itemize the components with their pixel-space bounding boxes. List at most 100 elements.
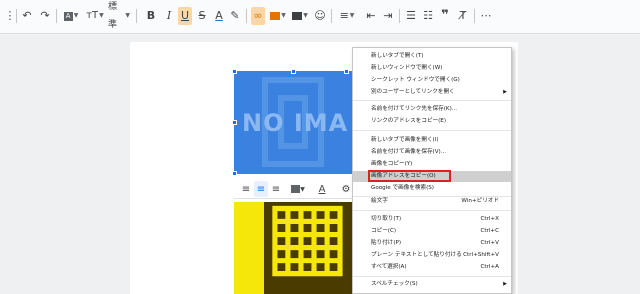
text-color-button[interactable]: A — [212, 7, 226, 25]
text-style-button[interactable]: A ▼ — [62, 7, 80, 25]
image-size-icon — [291, 185, 301, 193]
menu-item-copy-image[interactable]: 画像をコピー(Y) — [353, 159, 511, 170]
insert-image-button[interactable]: ▼ — [268, 7, 288, 25]
menu-item-copy-link-address[interactable]: リンクのアドレスをコピー(E) — [353, 116, 511, 127]
menu-item-paste[interactable]: 貼り付け(P) Ctrl+V — [353, 238, 511, 249]
text-style-icon: A — [63, 11, 73, 21]
menu-item-open-as-user[interactable]: 別のユーザーとしてリンクを開く ▶ — [353, 87, 511, 98]
chevron-down-icon: ▼ — [303, 12, 308, 19]
toolbar-separator — [56, 9, 57, 23]
menu-item-select-all[interactable]: すべて選択(A) Ctrl+A — [353, 262, 511, 273]
highlight-pen-icon[interactable]: ✎ — [228, 7, 242, 25]
menu-item-paste-plain-text[interactable]: プレーン テキストとして貼り付ける Ctrl+Shift+V — [353, 250, 511, 261]
menu-item-label: 名前を付けてリンク先を保存(K)... — [371, 106, 458, 112]
resize-handle[interactable] — [291, 69, 296, 74]
toolbar-separator — [399, 9, 400, 23]
menu-item-save-link-as[interactable]: 名前を付けてリンク先を保存(K)... — [353, 104, 511, 115]
menu-item-copy[interactable]: コピー(C) Ctrl+C — [353, 226, 511, 237]
image-text-color-button[interactable]: A — [316, 181, 328, 197]
menu-item-label: コピー(C) — [371, 228, 397, 234]
menu-item-shortcut: Ctrl+X — [480, 216, 499, 222]
editor-toolbar: ⋮ ↶ ↷ A ▼ ᴛT ▼ 標準 ▼ B I U S A ✎ ∞ ▼ ▼ ☺ ≡ ▼ … — [0, 0, 640, 34]
menu-item-shortcut: Ctrl+Shift+V — [463, 252, 499, 258]
menu-item-shortcut: Ctrl+C — [480, 228, 499, 234]
align-left-icon[interactable]: ≡ — [240, 181, 252, 197]
italic-button[interactable]: I — [162, 7, 176, 25]
bulleted-list-icon[interactable]: ☰ — [404, 7, 418, 25]
image-toolbar: ≡ ≡ ≡ ▼ A ⚙ — [234, 179, 354, 199]
menu-item-label: 絵文字 — [371, 198, 388, 204]
submenu-arrow-icon: ▶ — [503, 89, 507, 95]
chevron-down-icon: ▼ — [125, 12, 130, 19]
menu-item-save-image-as[interactable]: 名前を付けて画像を保存(V)... — [353, 147, 511, 158]
font-size-button[interactable]: ᴛT ▼ — [86, 7, 104, 25]
menu-item-label: 新しいウィンドウで開く(W) — [371, 65, 443, 71]
menu-item-emoji[interactable]: 絵文字 Win+ピリオド — [353, 196, 511, 207]
toolbar-separator — [474, 9, 475, 23]
align-left-icon: ≡ — [339, 9, 349, 22]
paragraph-style-select[interactable]: 標準 ▼ — [108, 2, 130, 30]
clear-format-icon[interactable]: T̸ — [456, 7, 470, 25]
strikethrough-button[interactable]: S — [195, 7, 209, 25]
undo-icon[interactable]: ↶ — [20, 7, 34, 25]
chevron-down-icon: ▼ — [281, 12, 286, 19]
bold-button[interactable]: B — [144, 7, 158, 25]
image-size-button[interactable]: ▼ — [288, 181, 308, 197]
menu-item-open-image-new-tab[interactable]: 新しいタブで画像を開く(I) — [353, 135, 511, 146]
menu-item-label: 新しいタブで画像を開く(I) — [371, 137, 439, 143]
indent-increase-icon[interactable]: ⇥ — [381, 7, 395, 25]
menu-item-label: 別のユーザーとしてリンクを開く — [371, 89, 455, 95]
numbered-list-icon[interactable]: ☷ — [421, 7, 435, 25]
redo-icon[interactable]: ↷ — [38, 7, 52, 25]
chevron-down-icon: ▼ — [349, 12, 355, 19]
menu-item-open-new-window[interactable]: 新しいウィンドウで開く(W) — [353, 63, 511, 74]
emoji-icon[interactable]: ☺ — [313, 7, 327, 25]
link-icon[interactable]: ∞ — [251, 7, 265, 25]
menu-item-label: シークレット ウィンドウで開く(G) — [371, 77, 460, 83]
chevron-down-icon: ▼ — [300, 185, 305, 193]
menu-item-label: リンクのアドレスをコピー(E) — [371, 118, 447, 124]
gear-icon[interactable]: ⚙ — [340, 181, 352, 197]
toolbar-separator — [16, 9, 17, 23]
menu-separator — [353, 130, 511, 131]
align-right-icon[interactable]: ≡ — [270, 181, 282, 197]
paragraph-style-label: 標準 — [108, 2, 118, 30]
resize-handle[interactable] — [232, 69, 237, 74]
insert-video-button[interactable]: ▼ — [290, 7, 310, 25]
menu-item-label: Google で画像を検索(S) — [371, 185, 434, 191]
menu-item-label: スペルチェック(S) — [371, 281, 418, 287]
menu-item-open-incognito[interactable]: シークレット ウィンドウで開く(G) — [353, 75, 511, 86]
align-button[interactable]: ≡ ▼ — [338, 7, 356, 25]
resize-handle[interactable] — [232, 120, 237, 125]
chevron-down-icon: ▼ — [73, 12, 79, 19]
resize-handle[interactable] — [232, 171, 237, 176]
menu-item-label: 名前を付けて画像を保存(V)... — [371, 149, 447, 155]
toolbar-separator — [246, 9, 247, 23]
no-image-text: NO IMA — [242, 109, 349, 137]
submenu-arrow-icon: ▶ — [503, 281, 507, 287]
quote-icon[interactable]: ❞ — [438, 7, 452, 25]
menu-item-search-google-image[interactable]: Google で画像を検索(S) — [353, 183, 511, 194]
menu-item-label: すべて選択(A) — [371, 264, 407, 270]
image-icon — [270, 12, 281, 20]
menu-item-shortcut: Ctrl+V — [480, 240, 499, 246]
indent-decrease-icon[interactable]: ⇤ — [364, 7, 378, 25]
second-image[interactable]: ▦ — [234, 202, 354, 294]
align-center-icon[interactable]: ≡ — [254, 181, 268, 197]
overflow-left-icon[interactable]: ⋮ — [4, 7, 16, 25]
menu-item-label: 切り取り(T) — [371, 216, 402, 222]
toolbar-separator — [331, 9, 332, 23]
underline-button[interactable]: U — [178, 7, 192, 25]
chevron-down-icon: ▼ — [99, 12, 104, 19]
menu-item-label: 新しいタブで開く(T) — [371, 53, 424, 59]
menu-item-spellcheck[interactable]: スペルチェック(S) ▶ — [353, 279, 511, 290]
resize-handle[interactable] — [344, 69, 349, 74]
menu-item-shortcut: Win+ピリオド — [461, 198, 499, 204]
menu-item-cut[interactable]: 切り取り(T) Ctrl+X — [353, 214, 511, 225]
menu-item-open-new-tab[interactable]: 新しいタブで開く(T) — [353, 51, 511, 62]
selected-image[interactable]: NO IMA — [234, 71, 354, 174]
highlight-annotation-box — [368, 170, 451, 182]
more-options-icon[interactable]: ⋯ — [479, 7, 493, 25]
menu-separator — [353, 276, 511, 277]
menu-separator — [353, 100, 511, 101]
